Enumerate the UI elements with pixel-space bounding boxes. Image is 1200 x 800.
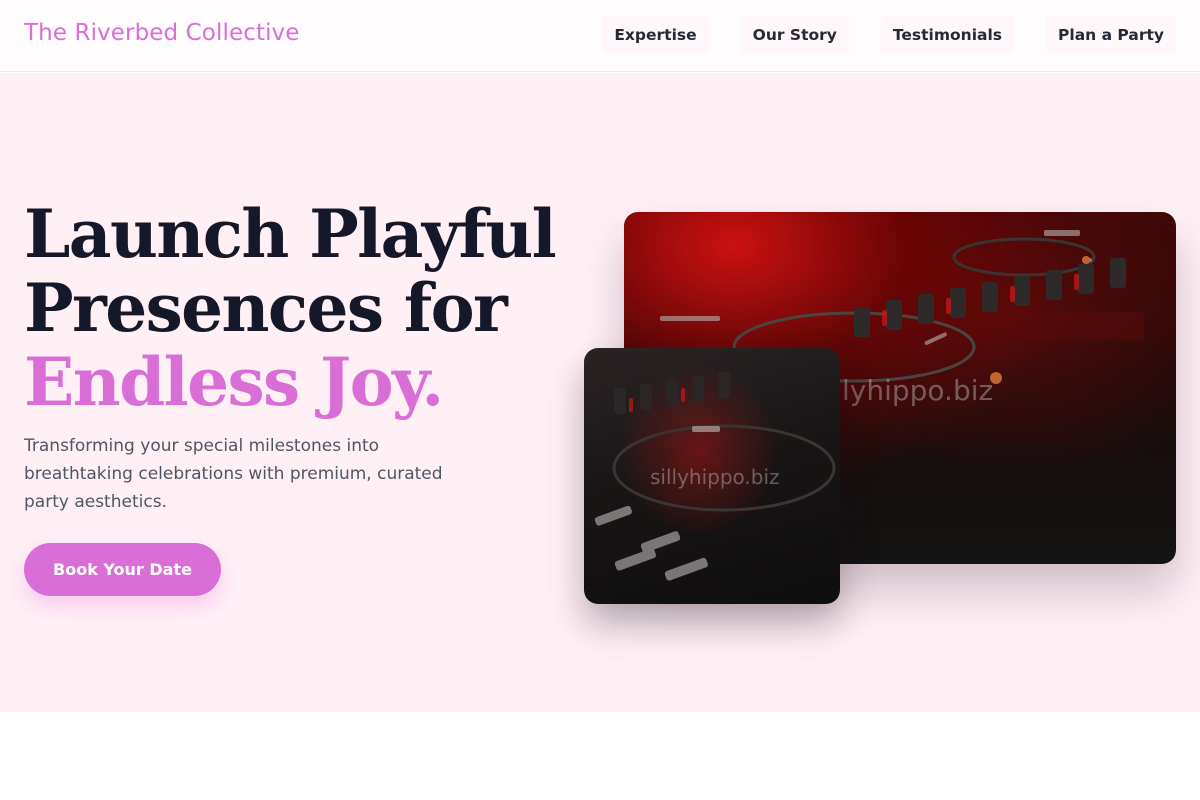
book-your-date-button[interactable]: Book Your Date xyxy=(24,543,221,596)
nav-expertise[interactable]: Expertise xyxy=(602,16,709,54)
main-nav: Expertise Our Story Testimonials Plan a … xyxy=(602,16,1176,54)
brand-logo[interactable]: The Riverbed Collective xyxy=(24,20,300,46)
hero-subtitle: Transforming your special milestones int… xyxy=(24,436,443,512)
watermark-small: sillyhippo.biz xyxy=(650,465,780,489)
next-section xyxy=(0,712,1200,800)
nav-testimonials[interactable]: Testimonials xyxy=(880,16,1015,54)
headline-line-2: Presences for xyxy=(24,269,508,347)
dj-mixer-photo-small: sillyhippo.biz xyxy=(584,348,840,604)
nav-our-story[interactable]: Our Story xyxy=(740,16,849,54)
hero-section: Launch Playful Presences for Endless Joy… xyxy=(0,73,1200,712)
headline-line-1: Launch Playful xyxy=(24,195,557,273)
headline-accent: Endless Joy. xyxy=(24,343,444,421)
watermark-large: lyhippo.biz xyxy=(842,374,994,407)
top-navigation-bar: The Riverbed Collective Expertise Our St… xyxy=(0,0,1200,72)
hero-headline: Launch Playful Presences for Endless Joy… xyxy=(24,195,557,421)
nav-plan-a-party[interactable]: Plan a Party xyxy=(1046,16,1176,54)
